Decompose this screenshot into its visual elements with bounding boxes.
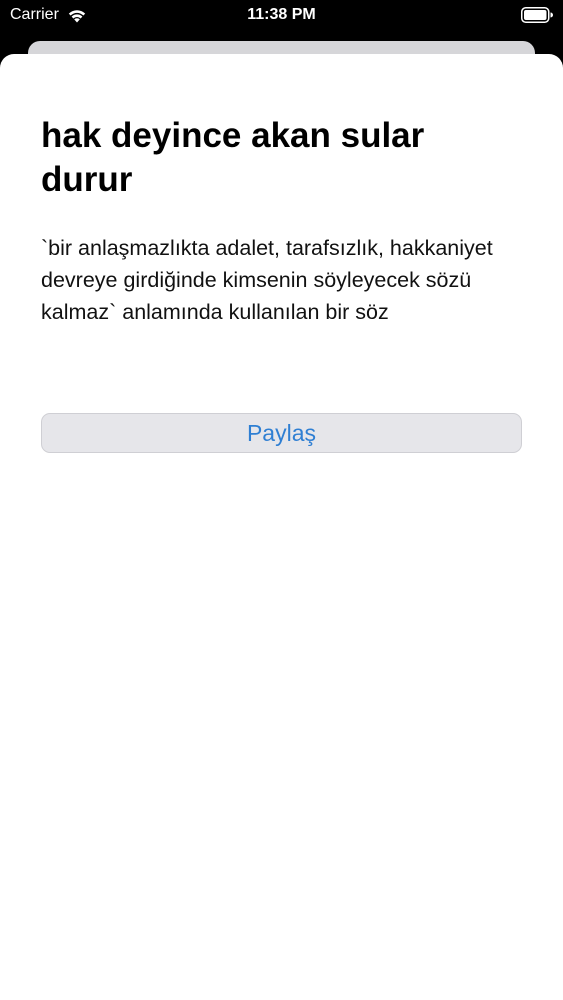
status-time: 11:38 PM: [247, 6, 316, 23]
battery-icon: [521, 7, 553, 23]
share-button[interactable]: Paylaş: [41, 413, 522, 453]
status-bar: Carrier 11:38 PM: [0, 0, 563, 32]
app-screen: Carrier 11:38 PM hak deyince akan sular …: [0, 0, 563, 1000]
entry-definition: `bir anlaşmazlıkta adalet, tarafsızlık, …: [41, 236, 493, 324]
entry-title: hak deyince akan sular durur: [41, 116, 425, 199]
entry-sheet: hak deyince akan sular durur `bir anlaşm…: [0, 54, 563, 1000]
